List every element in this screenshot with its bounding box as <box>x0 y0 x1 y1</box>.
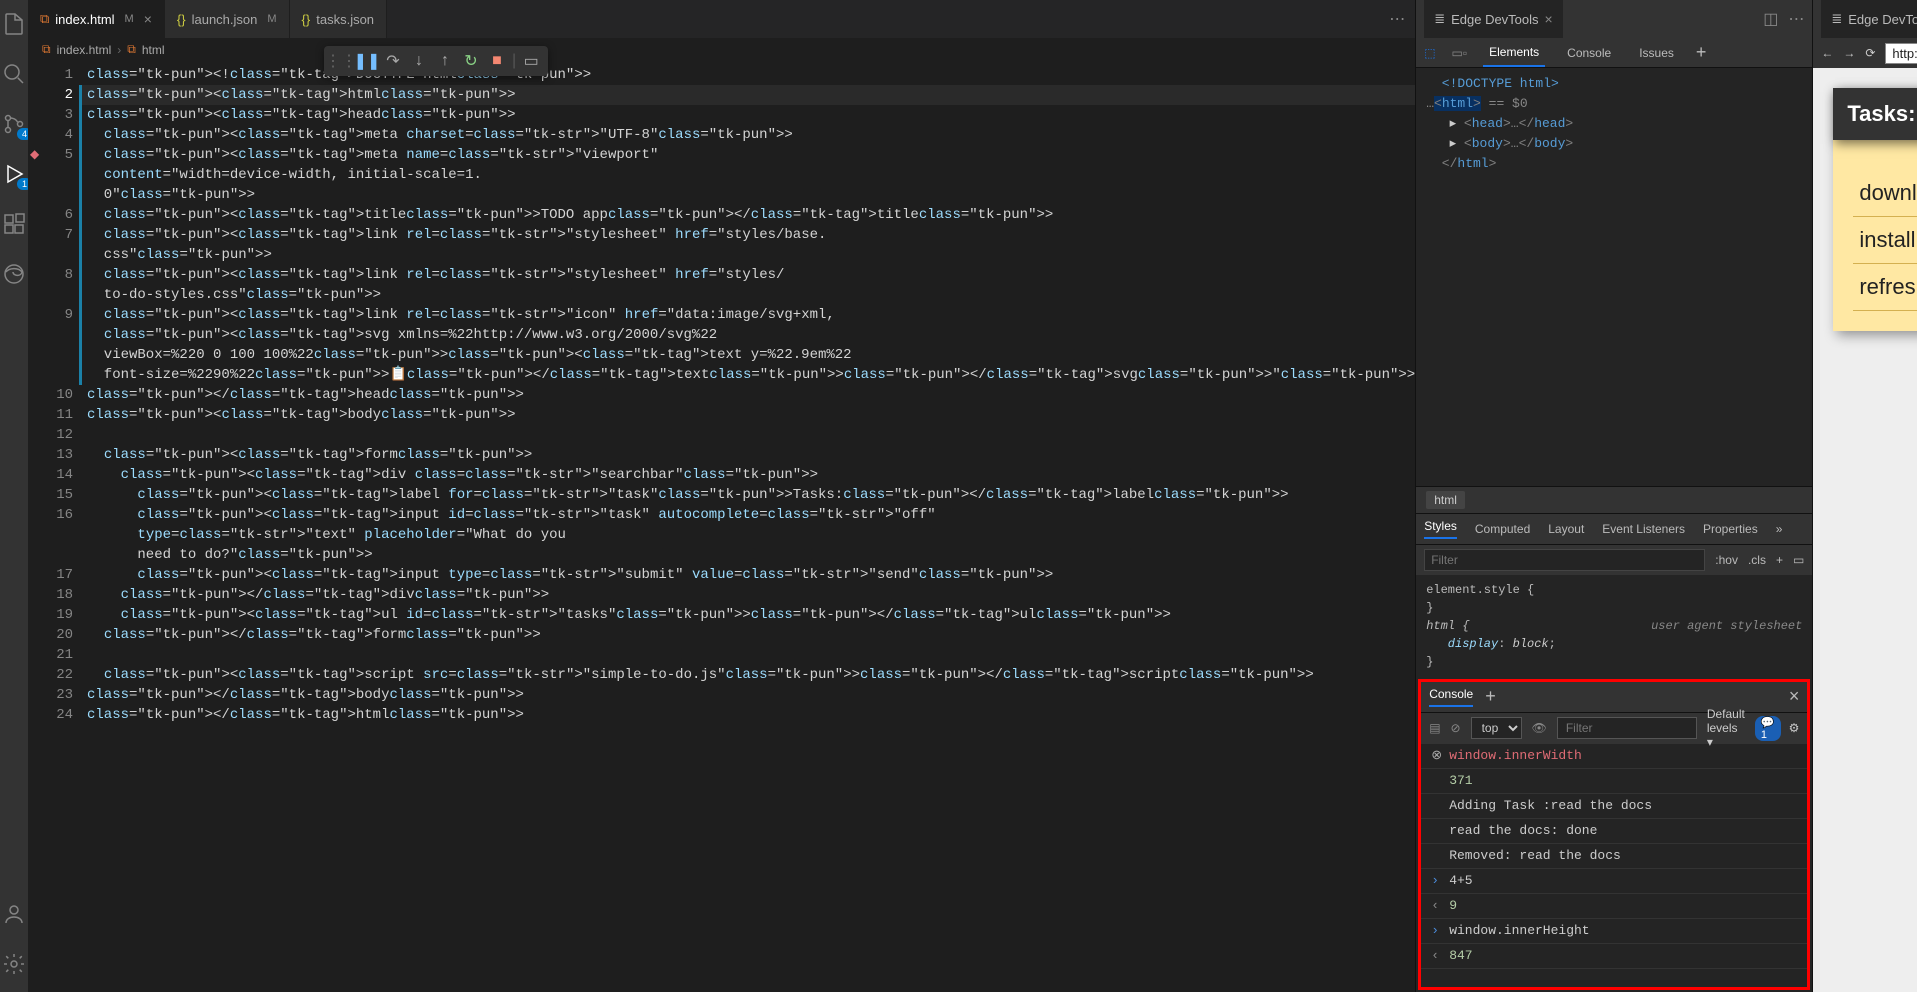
styles-rules[interactable]: element.style { } user agent stylesheeth… <box>1416 575 1812 677</box>
computed-sidebar-icon[interactable]: ▭ <box>1793 553 1804 567</box>
console-filter-input[interactable] <box>1557 717 1697 739</box>
todo-app: Tasks: send download edge canary install… <box>1833 88 1917 331</box>
forward-icon[interactable]: → <box>1843 46 1855 60</box>
console-settings-icon[interactable]: ⚙ <box>1789 721 1800 735</box>
tab-properties[interactable]: Properties <box>1703 522 1758 536</box>
step-out-icon[interactable]: ↑ <box>434 50 456 72</box>
add-tab-icon[interactable]: + <box>1485 686 1496 707</box>
back-icon[interactable]: ← <box>1821 46 1833 60</box>
step-into-icon[interactable]: ↓ <box>408 50 430 72</box>
search-icon[interactable] <box>0 60 28 88</box>
screencast-panel: ≣Edge DevTools: Screencast× ⋯ ← → ⟳ Desk… <box>1812 0 1917 992</box>
editor-tabs: ⧉index.htmlM× {}launch.jsonM {}tasks.jso… <box>28 0 1415 38</box>
explorer-icon[interactable] <box>0 10 28 38</box>
tab-console[interactable]: Console <box>1561 40 1617 66</box>
task-item[interactable]: install http-server <box>1853 217 1917 264</box>
tab-edge-devtools[interactable]: ≣Edge DevTools× <box>1424 0 1563 38</box>
tab-styles[interactable]: Styles <box>1424 519 1457 539</box>
cls-toggle[interactable]: .cls <box>1748 553 1766 567</box>
tab-tasks-json[interactable]: {}tasks.json <box>290 0 388 38</box>
task-item[interactable]: refresh devtools <box>1853 264 1917 311</box>
tab-label: launch.json <box>192 12 258 27</box>
breakpoint-icon[interactable]: ◆ <box>30 145 39 165</box>
tab-label: tasks.json <box>316 12 374 27</box>
reload-icon[interactable]: ⟳ <box>1865 46 1875 60</box>
tab-layout[interactable]: Layout <box>1548 522 1584 536</box>
styles-filter-input[interactable] <box>1424 549 1705 571</box>
close-drawer-icon[interactable]: × <box>1789 686 1800 707</box>
live-expression-icon[interactable]: 👁 <box>1532 721 1547 735</box>
clear-console-icon[interactable]: ⊘ <box>1451 721 1461 735</box>
stop-icon[interactable]: ■ <box>486 50 508 72</box>
hov-toggle[interactable]: :hov <box>1715 553 1738 567</box>
edge-tools-icon[interactable] <box>0 260 28 288</box>
context-select[interactable]: top <box>1471 717 1522 739</box>
settings-gear-icon[interactable] <box>0 950 28 978</box>
tab-console-drawer[interactable]: Console <box>1429 687 1473 707</box>
pause-icon[interactable]: ❚❚ <box>356 50 378 72</box>
run-debug-icon[interactable]: 1 <box>0 160 28 188</box>
drag-handle-icon[interactable]: ⋮⋮ <box>330 50 352 72</box>
extensions-icon[interactable] <box>0 210 28 238</box>
inspect-element-icon[interactable]: ⬚ <box>1424 46 1435 60</box>
console-drawer: Console + × ▤ ⊘ top 👁 Default levels ▾ 💬… <box>1418 679 1810 991</box>
url-input[interactable] <box>1885 43 1917 64</box>
devtools-panel: ≣Edge DevTools× ◫ ⋯ ⬚ ▭▫ Elements Console… <box>1415 0 1812 992</box>
tab-label: index.html <box>55 12 114 27</box>
screencast-icon[interactable]: ▭ <box>520 50 542 72</box>
new-style-rule-icon[interactable]: + <box>1776 553 1783 567</box>
restart-icon[interactable]: ↻ <box>460 50 482 72</box>
tab-event-listeners[interactable]: Event Listeners <box>1602 522 1685 536</box>
debug-toolbar: ⋮⋮ ❚❚ ↷ ↓ ↑ ↻ ■ | ▭ <box>324 46 548 76</box>
tab-elements[interactable]: Elements <box>1483 39 1545 67</box>
code-editor[interactable]: 1234 ◆5 67 8 9 10111213141516 1718192021… <box>28 61 1415 992</box>
more-icon[interactable]: » <box>1776 522 1783 536</box>
tasks-label: Tasks: <box>1847 101 1915 127</box>
more-icon[interactable]: ⋯ <box>1788 9 1804 29</box>
editor-group: ⧉index.htmlM× {}launch.jsonM {}tasks.jso… <box>28 0 1415 992</box>
task-item[interactable]: download edge canary <box>1853 170 1917 217</box>
split-editor-icon[interactable]: ◫ <box>1763 9 1778 29</box>
issues-badge[interactable]: 💬 1 <box>1755 716 1781 741</box>
tab-index-html[interactable]: ⧉index.htmlM× <box>28 0 165 38</box>
activity-bar: 4 1 <box>0 0 28 992</box>
tab-issues[interactable]: Issues <box>1633 40 1680 66</box>
tab-screencast[interactable]: ≣Edge DevTools: Screencast× <box>1821 0 1917 38</box>
close-icon[interactable]: × <box>144 11 152 27</box>
dom-tree[interactable]: <!DOCTYPE html> …<html> == $0 ▸ <head>…<… <box>1416 68 1812 180</box>
dom-breadcrumb[interactable]: html <box>1416 486 1812 514</box>
screencast-viewport[interactable]: Tasks: send download edge canary install… <box>1813 68 1917 992</box>
tab-launch-json[interactable]: {}launch.jsonM <box>165 0 290 38</box>
add-tab-icon[interactable]: + <box>1696 42 1707 63</box>
step-over-icon[interactable]: ↷ <box>382 50 404 72</box>
more-icon[interactable]: ⋯ <box>1389 9 1405 29</box>
sidebar-toggle-icon[interactable]: ▤ <box>1429 721 1440 735</box>
accounts-icon[interactable] <box>0 900 28 928</box>
breadcrumb[interactable]: ⧉index.html›⧉html <box>28 38 1415 61</box>
tab-computed[interactable]: Computed <box>1475 522 1530 536</box>
device-emulation-icon[interactable]: ▭▫ <box>1452 46 1468 60</box>
console-output[interactable]: ⊗window.innerWidth 371 Adding Task :read… <box>1421 744 1807 988</box>
close-icon[interactable]: × <box>1545 11 1553 27</box>
source-control-icon[interactable]: 4 <box>0 110 28 138</box>
